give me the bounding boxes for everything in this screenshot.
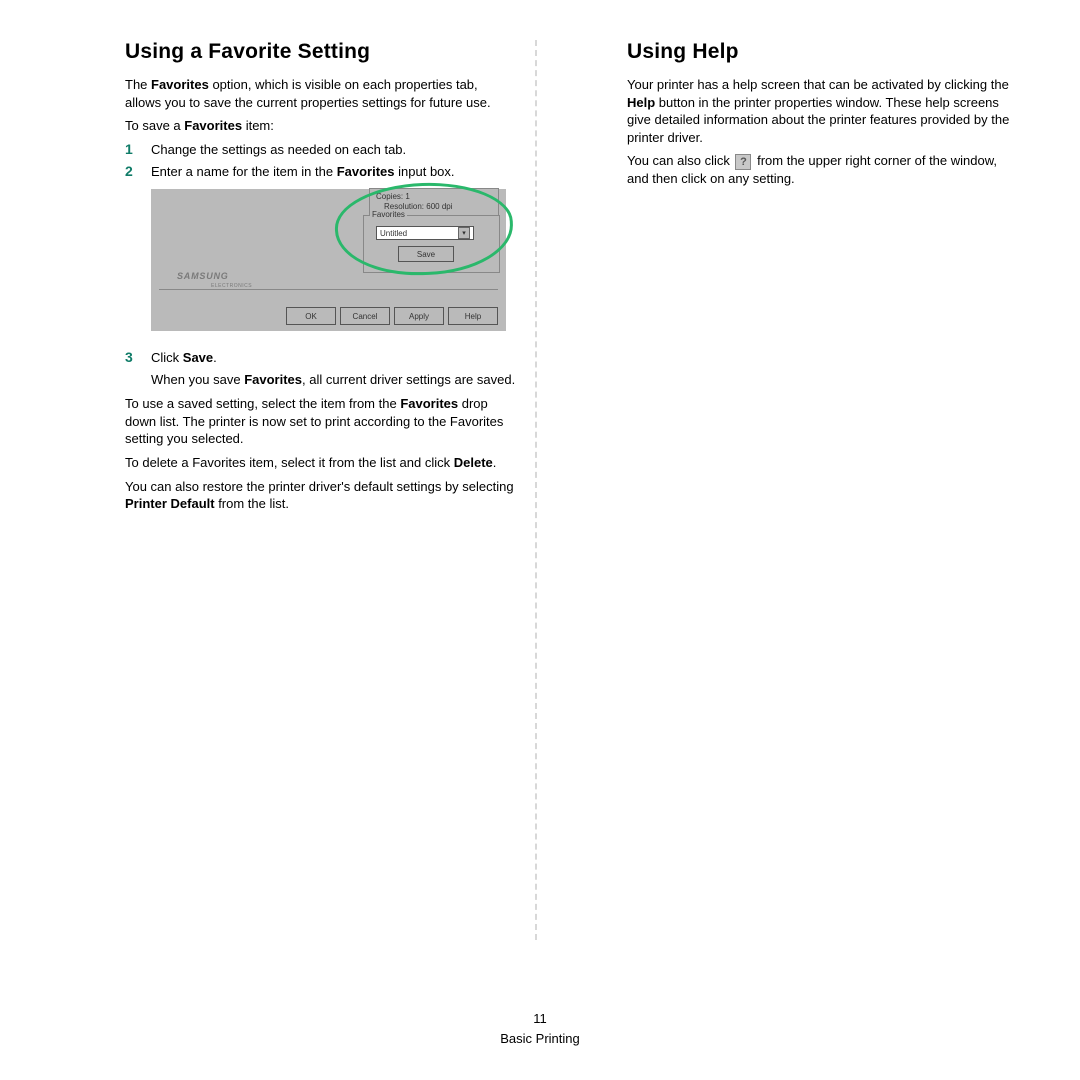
text: .: [493, 455, 497, 470]
step-1: 1 Change the settings as needed on each …: [125, 141, 517, 159]
text: When you save: [151, 372, 244, 387]
help-paragraph-2: You can also click ? from the upper righ…: [627, 152, 1022, 187]
step-list-3: 3 Click Save. When you save Favorites, a…: [125, 349, 517, 389]
step-3: 3 Click Save. When you save Favorites, a…: [125, 349, 517, 389]
step-number: 2: [125, 163, 139, 179]
favorites-groupbox: Favorites Untitled ▾ Save: [363, 215, 500, 273]
separator-line: [159, 289, 498, 290]
intro-paragraph: The Favorites option, which is visible o…: [125, 76, 517, 111]
heading-favorite: Using a Favorite Setting: [125, 40, 517, 64]
favorites-word: Favorites: [244, 372, 302, 387]
step-text: Click Save. When you save Favorites, all…: [151, 349, 517, 389]
step-number: 3: [125, 349, 139, 365]
text: from the list.: [215, 496, 289, 511]
printer-default-word: Printer Default: [125, 496, 215, 511]
text: Click: [151, 350, 183, 365]
text: To use a saved setting, select the item …: [125, 396, 400, 411]
footer-label: Basic Printing: [0, 1029, 1080, 1049]
delete-word: Delete: [454, 455, 493, 470]
text: The: [125, 77, 151, 92]
favorites-word: Favorites: [184, 118, 242, 133]
favorites-word: Favorites: [337, 164, 395, 179]
ok-button[interactable]: OK: [286, 307, 336, 325]
step-list: 1 Change the settings as needed on each …: [125, 141, 517, 181]
dialog-buttons: OK Cancel Apply Help: [286, 307, 498, 325]
dropdown-value: Untitled: [380, 229, 407, 238]
delete-paragraph: To delete a Favorites item, select it fr…: [125, 454, 517, 472]
page-footer: 11 Basic Printing: [0, 1009, 1080, 1048]
question-mark-icon[interactable]: ?: [735, 154, 751, 170]
text: .: [213, 350, 217, 365]
use-paragraph: To use a saved setting, select the item …: [125, 395, 517, 448]
step-text: Enter a name for the item in the Favorit…: [151, 163, 517, 181]
dialog-body: Copies: 1 Resolution: 600 dpi Favorites …: [151, 189, 506, 331]
text: To save a: [125, 118, 184, 133]
text: item:: [242, 118, 274, 133]
help-word: Help: [627, 95, 655, 110]
copies-label: Copies: 1: [376, 192, 492, 202]
save-word: Save: [183, 350, 213, 365]
favorites-dropdown[interactable]: Untitled ▾: [376, 226, 474, 240]
save-button[interactable]: Save: [398, 246, 454, 262]
help-paragraph-1: Your printer has a help screen that can …: [627, 76, 1022, 146]
text: button in the printer properties window.…: [627, 95, 1009, 145]
step-number: 1: [125, 141, 139, 157]
save-lead: To save a Favorites item:: [125, 117, 517, 135]
favorites-word: Favorites: [400, 396, 458, 411]
text: You can also click: [627, 153, 733, 168]
page-number: 11: [0, 1009, 1080, 1029]
text: , all current driver settings are saved.: [302, 372, 515, 387]
default-paragraph: You can also restore the printer driver'…: [125, 478, 517, 513]
step-text: Change the settings as needed on each ta…: [151, 141, 517, 159]
samsung-logo: SAMSUNG: [177, 271, 229, 281]
dialog-screenshot: Copies: 1 Resolution: 600 dpi Favorites …: [151, 189, 506, 331]
text: Your printer has a help screen that can …: [627, 77, 1009, 92]
step-2: 2 Enter a name for the item in the Favor…: [125, 163, 517, 181]
cancel-button[interactable]: Cancel: [340, 307, 390, 325]
help-button[interactable]: Help: [448, 307, 498, 325]
text: Enter a name for the item in the: [151, 164, 337, 179]
favorites-legend: Favorites: [370, 210, 407, 219]
text: To delete a Favorites item, select it fr…: [125, 455, 454, 470]
chevron-down-icon[interactable]: ▾: [458, 227, 470, 239]
apply-button[interactable]: Apply: [394, 307, 444, 325]
heading-help: Using Help: [627, 40, 1022, 64]
text: You can also restore the printer driver'…: [125, 479, 514, 494]
text: input box.: [395, 164, 455, 179]
favorites-word: Favorites: [151, 77, 209, 92]
